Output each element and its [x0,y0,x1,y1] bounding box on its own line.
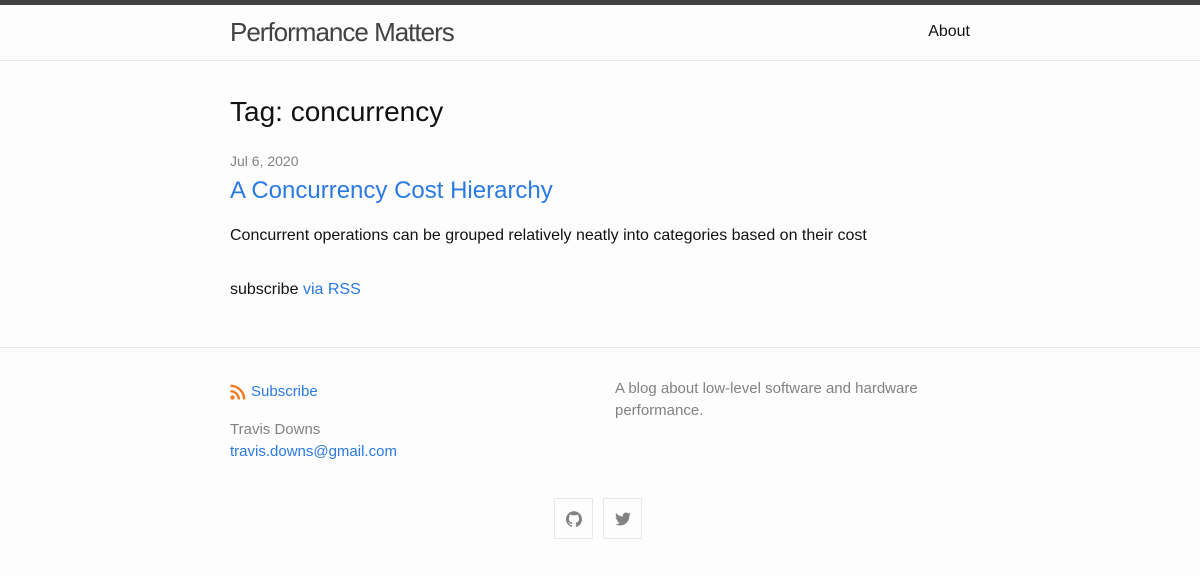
nav-about-link[interactable]: About [928,21,970,43]
twitter-icon [614,512,631,526]
twitter-button[interactable] [603,498,642,539]
site-header: Performance Matters About [0,5,1200,61]
post-date: Jul 6, 2020 [230,153,299,169]
subscribe-text: subscribe [230,281,299,298]
site-footer: Subscribe Travis Downs travis.downs@gmai… [0,347,1200,576]
github-button[interactable] [554,498,593,539]
post-title-link[interactable]: A Concurrency Cost Hierarchy [230,175,553,207]
author-name: Travis Downs [230,421,321,438]
footer-subscribe-link[interactable]: Subscribe [230,382,318,402]
subscribe-line: subscribe via RSS [230,279,361,301]
author-email-link[interactable]: travis.downs@gmail.com [230,442,397,462]
site-title-link[interactable]: Performance Matters [230,15,455,49]
post-excerpt: Concurrent operations can be grouped rel… [230,227,867,244]
footer-subscribe-label: Subscribe [251,383,318,400]
rss-link[interactable]: via RSS [303,281,361,298]
social-links [554,498,642,539]
rss-icon [230,384,246,400]
github-icon [565,510,582,527]
site-description: A blog about low-level software and hard… [615,380,918,419]
page-title: Tag: concurrency [230,96,444,127]
